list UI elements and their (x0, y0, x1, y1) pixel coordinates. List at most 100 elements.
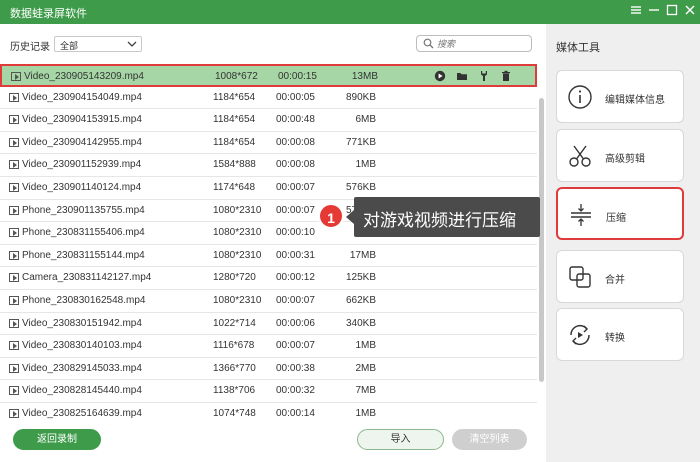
file-resolution: 1138*706 (213, 385, 256, 397)
video-file-icon (11, 72, 21, 81)
tool-label: 转换 (605, 333, 625, 344)
row-actions (434, 70, 514, 84)
file-resolution: 1008*672 (215, 71, 258, 82)
annotation-tooltip: 对游戏视频进行压缩 (346, 197, 540, 237)
file-name: Video_230830140103.mp4 (22, 340, 142, 352)
bottom-bar: 返回录制 导入 清空列表 (0, 420, 546, 462)
merge-icon (567, 264, 593, 290)
video-file-icon (9, 205, 19, 215)
file-name: Phone_230831155144.mp4 (22, 249, 145, 261)
import-button[interactable]: 导入 (357, 429, 444, 450)
file-name: Video_230905143209.mp4 (24, 71, 144, 82)
file-row[interactable]: Camera_230831142127.mp4 1280*720 00:00:12 1… (0, 267, 537, 290)
tool-compress[interactable]: 压缩 (556, 187, 684, 240)
video-file-icon (9, 137, 19, 147)
tool-edit-media-info[interactable]: 编辑媒体信息 (556, 70, 684, 123)
file-resolution: 1116*678 (213, 340, 255, 352)
chevron-down-icon (127, 39, 137, 51)
file-size: 340KB (345, 317, 376, 329)
folder-icon[interactable] (456, 70, 468, 82)
minimize-icon[interactable] (645, 3, 663, 21)
file-row[interactable]: Video_230830151942.mp4 1022*714 00:00:06 34… (0, 313, 537, 336)
tool-advanced-edit[interactable]: 高级剪辑 (556, 129, 684, 182)
file-row[interactable]: Video_230825164639.mp4 1074*748 00:00:14 1M… (0, 403, 537, 420)
settings-icon[interactable] (627, 3, 645, 21)
video-file-icon (9, 296, 19, 305)
file-name: Phone_230901135755.mp4 (22, 204, 145, 216)
file-row[interactable]: Video_230830140103.mp4 1116*678 00:00:07 1M… (0, 335, 537, 358)
file-resolution: 1080*2310 (213, 249, 262, 261)
file-size: 6MB (355, 114, 376, 126)
compress-icon (568, 202, 594, 228)
tool-label: 压缩 (606, 213, 626, 224)
history-filter-value: 全部 (60, 41, 79, 51)
file-resolution: 1080*2310 (213, 227, 262, 239)
maximize-icon[interactable] (663, 3, 681, 21)
file-name: Video_230904154049.mp4 (22, 91, 142, 103)
video-file-icon (9, 409, 19, 418)
file-row[interactable]: Video_230904154049.mp4 1184*654 00:00:05 89… (0, 87, 537, 110)
file-row[interactable]: Video_230829145033.mp4 1366*770 00:00:38 2M… (0, 358, 537, 381)
window-title: 数据蛙录屏软件 (10, 8, 87, 20)
video-file-icon (9, 92, 19, 102)
history-label: 历史记录 (10, 42, 50, 53)
file-name: Camera_230831142127.mp4 (22, 272, 152, 284)
file-row[interactable]: Video_230905143209.mp4 1008*672 00:00:15 13… (0, 64, 537, 87)
history-filter-select[interactable]: 全部 (54, 36, 142, 52)
convert-icon (567, 322, 593, 348)
close-icon[interactable] (681, 3, 699, 21)
file-name: Video_230901140124.mp4 (22, 182, 142, 193)
file-size: 576KB (345, 182, 376, 193)
tool-label: 高级剪辑 (605, 154, 645, 165)
video-file-icon (9, 386, 19, 396)
file-list: Video_230905143209.mp4 1008*672 00:00:15 13… (0, 64, 537, 420)
file-row[interactable]: Video_230904153915.mp4 1184*654 00:00:48 6M… (0, 109, 537, 132)
file-size: 17MB (349, 249, 376, 261)
step-badge: 1 (318, 203, 344, 229)
info-icon (567, 84, 593, 110)
tool-convert[interactable]: 转换 (556, 308, 684, 361)
video-file-icon (9, 318, 19, 328)
file-name: Phone_230831155406.mp4 (22, 227, 145, 239)
media-tools-title: 媒体工具 (556, 42, 600, 54)
play-icon[interactable] (434, 70, 446, 82)
file-row[interactable]: Phone_230830162548.mp4 1080*2310 00:00:07 6… (0, 290, 537, 313)
file-resolution: 1584*888 (213, 159, 256, 171)
list-scrollbar[interactable] (539, 98, 544, 382)
file-resolution: 1174*648 (213, 182, 256, 193)
clear-list-button[interactable]: 清空列表 (452, 429, 527, 450)
video-file-icon (9, 228, 19, 238)
edit-tool-icon[interactable] (478, 70, 490, 82)
back-to-record-button[interactable]: 返回录制 (13, 429, 101, 450)
file-size: 771KB (345, 136, 376, 148)
tool-merge[interactable]: 合并 (556, 250, 684, 303)
file-size: 2MB (355, 362, 376, 374)
file-size: 13MB (351, 71, 378, 82)
file-name: Video_230829145033.mp4 (22, 362, 142, 374)
file-name: Video_230904142955.mp4 (22, 136, 142, 148)
search-box[interactable] (416, 35, 532, 52)
file-resolution: 1080*2310 (213, 295, 262, 306)
file-row[interactable]: Phone_230831155144.mp4 1080*2310 00:00:31 1… (0, 245, 537, 268)
file-row[interactable]: Video_230901152939.mp4 1584*888 00:00:08 1M… (0, 154, 537, 177)
file-resolution: 1080*2310 (213, 204, 262, 216)
search-icon (423, 38, 434, 52)
file-resolution: 1184*654 (213, 136, 256, 148)
search-input[interactable] (437, 37, 527, 50)
video-file-icon (9, 115, 19, 125)
delete-icon[interactable] (500, 70, 512, 82)
file-row[interactable]: Video_230828145440.mp4 1138*706 00:00:32 7M… (0, 380, 537, 403)
file-size: 662KB (345, 295, 376, 306)
video-file-icon (9, 363, 19, 373)
file-row[interactable]: Video_230904142955.mp4 1184*654 00:00:08 77… (0, 132, 537, 155)
media-tools-panel: 媒体工具 编辑媒体信息 高级剪辑 压缩 合并 转换 (546, 24, 700, 462)
video-file-icon (9, 250, 19, 260)
file-size: 1MB (355, 159, 376, 171)
video-file-icon (9, 183, 19, 192)
file-name: Video_230828145440.mp4 (22, 385, 142, 397)
file-name: Video_230904153915.mp4 (22, 114, 142, 126)
file-resolution: 1184*654 (213, 91, 256, 103)
tooltip-pointer (346, 210, 354, 224)
file-name: Phone_230830162548.mp4 (22, 295, 146, 306)
file-resolution: 1366*770 (213, 362, 256, 374)
